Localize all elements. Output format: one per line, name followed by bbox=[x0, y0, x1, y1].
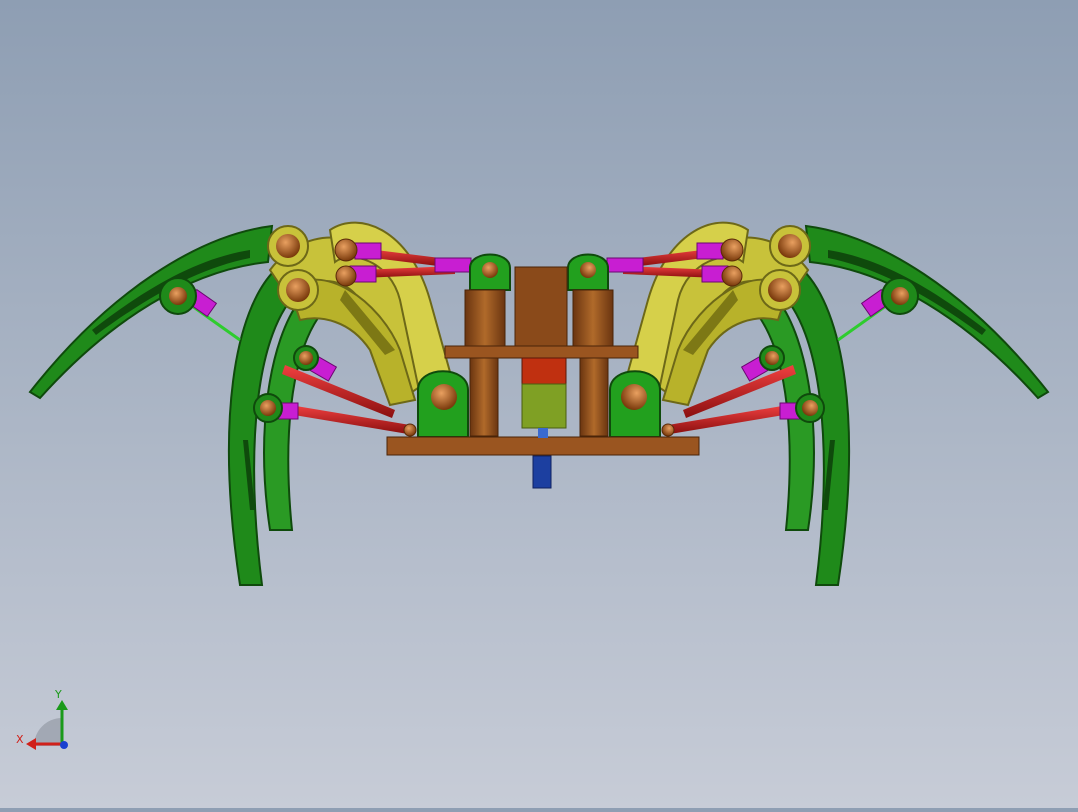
body-center-block bbox=[514, 266, 568, 356]
body-post-right-lower bbox=[579, 357, 609, 437]
left-pin-8[interactable] bbox=[403, 423, 417, 437]
z-axis-dot bbox=[60, 741, 68, 749]
left-pin-7[interactable] bbox=[335, 265, 357, 287]
left-mount-lower-pin[interactable] bbox=[431, 384, 457, 410]
robot-model[interactable] bbox=[0, 0, 1078, 808]
axis-triad bbox=[26, 700, 68, 750]
left-pin-6[interactable] bbox=[334, 238, 358, 262]
left-clevis-4 bbox=[354, 242, 382, 260]
left-pin-3[interactable] bbox=[169, 287, 187, 305]
x-axis-arrowhead bbox=[26, 738, 36, 750]
left-clevis-6 bbox=[434, 257, 472, 273]
drive-shaft bbox=[532, 455, 552, 489]
right-leg-assembly[interactable] bbox=[566, 221, 1050, 587]
left-leg-assembly[interactable] bbox=[28, 221, 511, 586]
triad-x-label: X bbox=[16, 733, 24, 746]
left-pin-2[interactable] bbox=[286, 278, 310, 302]
battery-pack bbox=[521, 383, 567, 429]
body-post-left-lower bbox=[469, 357, 499, 437]
left-pin-4[interactable] bbox=[260, 400, 276, 416]
left-pin-1[interactable] bbox=[276, 234, 300, 258]
triad-plane bbox=[34, 718, 62, 746]
body-post-left-upper bbox=[464, 289, 506, 351]
body-upper-plate bbox=[444, 345, 639, 359]
body-post-right-upper bbox=[572, 289, 614, 351]
triad-y-label: Y bbox=[55, 688, 62, 701]
left-pin-5[interactable] bbox=[299, 351, 313, 365]
cad-viewport[interactable]: Y X bbox=[0, 0, 1078, 808]
motor-housing bbox=[521, 357, 567, 385]
body-base-plate bbox=[386, 436, 700, 456]
shaft-coupler bbox=[538, 428, 548, 438]
y-axis-arrowhead bbox=[56, 700, 68, 710]
left-mount-upper-pin[interactable] bbox=[482, 262, 498, 278]
